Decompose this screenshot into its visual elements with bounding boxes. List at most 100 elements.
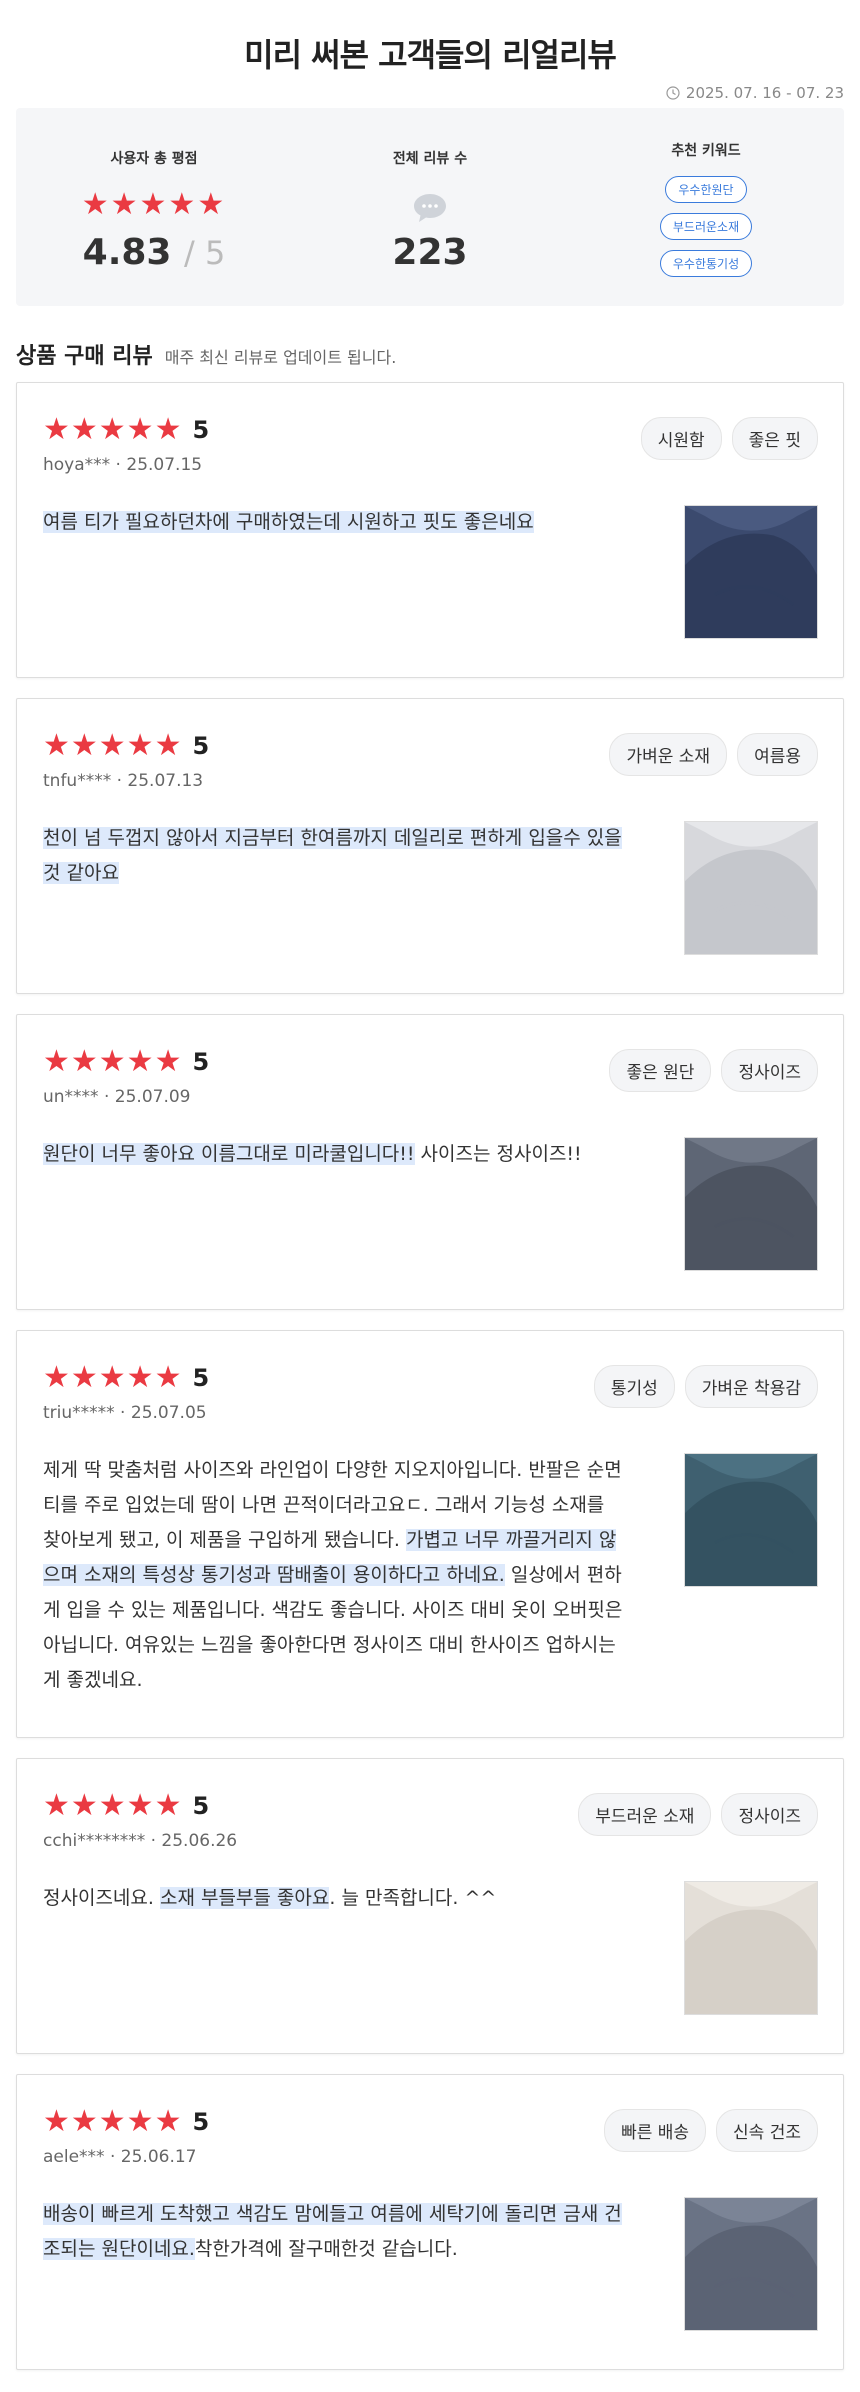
keyword-list: 우수한원단 부드러운소재 우수한통기성 xyxy=(659,176,753,277)
reviewer-name: aele*** xyxy=(43,2147,105,2167)
highlighted-text: 천이 넘 두껍지 않아서 지금부터 한여름까지 데일리로 편하게 입을수 있을것… xyxy=(43,827,622,884)
section-subtitle: 매주 최신 리뷰로 업데이트 됩니다. xyxy=(164,348,397,367)
keyword-label: 추천 키워드 xyxy=(671,143,741,159)
reviewer-name: hoya*** xyxy=(43,455,111,475)
bluegrey-tshirt-photo[interactable] xyxy=(684,2197,818,2331)
review-text: 정사이즈네요. xyxy=(43,1887,160,1909)
recommended-keywords: 추천 키워드 우수한원단 부드러운소재 우수한통기성 xyxy=(568,108,844,306)
review-tag[interactable]: 좋은 핏 xyxy=(731,417,818,460)
keyword-chip[interactable]: 우수한통기성 xyxy=(659,250,753,277)
keyword-chip[interactable]: 우수한원단 xyxy=(665,176,747,203)
star-icon: ★★★★★ xyxy=(43,1788,183,1823)
review-score: 5 xyxy=(192,732,210,760)
review-card: ★★★★★ 5 un**** · 25.07.09 좋은 원단 정사이즈 원단이 … xyxy=(16,1014,844,1310)
review-period: 2025. 07. 16 - 07. 23 xyxy=(666,84,844,102)
review-tags: 통기성 가벼운 착용감 xyxy=(593,1365,818,1408)
review-tag[interactable]: 시원함 xyxy=(640,417,722,460)
rating-label: 사용자 총 평점 xyxy=(110,151,198,167)
speech-bubble-icon xyxy=(414,194,446,222)
review-tag[interactable]: 신속 건조 xyxy=(716,2109,818,2152)
star-icon: ★★★★★ xyxy=(43,1044,183,1079)
review-card: ★★★★★ 5 triu***** · 25.07.05 통기성 가벼운 착용감 … xyxy=(16,1330,844,1738)
star-icon: ★★★★★ xyxy=(43,1360,183,1395)
review-content: 제게 딱 맞춤처럼 사이즈와 라인업이 다양한 지오지아입니다. 반팔은 순면티… xyxy=(43,1453,623,1698)
review-score: 5 xyxy=(192,1364,210,1392)
beige-tshirt-photo[interactable] xyxy=(684,1881,818,2015)
review-body: 원단이 너무 좋아요 이름그대로 미라쿨입니다!! 사이즈는 정사이즈!! xyxy=(43,1137,818,1271)
review-date: 25.07.05 xyxy=(130,1403,207,1423)
teal-tshirt-photo[interactable] xyxy=(684,1453,818,1587)
rating-value: 4.83 xyxy=(82,232,172,273)
rating-max: / 5 xyxy=(184,234,226,272)
review-tag[interactable]: 여름용 xyxy=(737,733,818,776)
star-icon: ★★★★★ xyxy=(43,412,183,447)
review-score: 5 xyxy=(192,1792,210,1820)
review-tags: 좋은 원단 정사이즈 xyxy=(609,1049,818,1092)
review-tags: 부드러운 소재 정사이즈 xyxy=(578,1793,818,1836)
star-icon: ★★★★★ xyxy=(81,187,227,222)
review-tag[interactable]: 가벼운 착용감 xyxy=(684,1365,818,1408)
review-content: 원단이 너무 좋아요 이름그대로 미라쿨입니다!! 사이즈는 정사이즈!! xyxy=(43,1137,623,1271)
review-content: 여름 티가 필요하던차에 구매하였는데 시원하고 핏도 좋은네요 xyxy=(43,505,623,639)
review-text: . 늘 만족합니다. ^^ xyxy=(329,1887,497,1909)
total-rating: 사용자 총 평점 ★★★★★ 4.83 / 5 xyxy=(16,108,292,306)
review-card: ★★★★★ 5 aele*** · 25.06.17 빠른 배송 신속 건조 배송… xyxy=(16,2074,844,2370)
reviewer-name: tnfu**** xyxy=(43,771,112,791)
review-date: 25.06.17 xyxy=(120,2147,197,2167)
navy-tshirt-photo[interactable] xyxy=(684,505,818,639)
review-date: 25.07.15 xyxy=(126,455,203,475)
rating-summary: 사용자 총 평점 ★★★★★ 4.83 / 5 전체 리뷰 수 223 추천 키… xyxy=(16,108,844,306)
section-title: 상품 구매 리뷰 xyxy=(16,344,153,369)
header: 미리 써본 고객들의 리얼리뷰 2025. 07. 16 - 07. 23 xyxy=(0,0,860,102)
review-content: 정사이즈네요. 소재 부들부들 좋아요. 늘 만족합니다. ^^ xyxy=(43,1881,623,2015)
review-tag[interactable]: 빠른 배송 xyxy=(604,2109,707,2152)
highlighted-text: 여름 티가 필요하던차에 구매하였는데 시원하고 핏도 좋은네요 xyxy=(43,511,534,533)
review-body: 천이 넘 두껍지 않아서 지금부터 한여름까지 데일리로 편하게 입을수 있을것… xyxy=(43,821,818,955)
review-score: 5 xyxy=(192,2108,210,2136)
highlighted-text: 소재 부들부들 좋아요 xyxy=(159,1887,330,1909)
period-text: 2025. 07. 16 - 07. 23 xyxy=(685,84,844,102)
review-list: ★★★★★ 5 hoya*** · 25.07.15 시원함 좋은 핏 여름 티가… xyxy=(16,382,844,2370)
review-body: 제게 딱 맞춤처럼 사이즈와 라인업이 다양한 지오지아입니다. 반팔은 순면티… xyxy=(43,1453,818,1698)
reviewer-name: triu***** xyxy=(43,1403,115,1423)
total-review-count: 전체 리뷰 수 223 xyxy=(292,108,568,306)
review-tags: 시원함 좋은 핏 xyxy=(640,417,818,460)
rating-stars: ★★★★★ xyxy=(82,190,226,220)
reviewer-name: cchi******** xyxy=(43,1831,146,1851)
review-tag[interactable]: 정사이즈 xyxy=(721,1793,818,1836)
review-tag[interactable]: 통기성 xyxy=(593,1365,675,1408)
grey-tshirt-photo[interactable] xyxy=(684,1137,818,1271)
review-card: ★★★★★ 5 tnfu**** · 25.07.13 가벼운 소재 여름용 천이… xyxy=(16,698,844,994)
star-icon: ★★★★★ xyxy=(43,2104,183,2139)
star-icon: ★★★★★ xyxy=(43,728,183,763)
review-card: ★★★★★ 5 cchi******** · 25.06.26 부드러운 소재 정… xyxy=(16,1758,844,2054)
review-text: 사이즈는 정사이즈!! xyxy=(414,1143,582,1165)
review-tag[interactable]: 부드러운 소재 xyxy=(578,1793,712,1836)
review-text: 착한가격에 잘구매한것 같습니다. xyxy=(194,2238,458,2260)
review-tag[interactable]: 정사이즈 xyxy=(721,1049,818,1092)
review-score: 5 xyxy=(192,1048,210,1076)
review-date: 25.07.13 xyxy=(127,771,204,791)
review-body: 배송이 빠르게 도착했고 색감도 맘에들고 여름에 세탁기에 돌리면 금새 건조… xyxy=(43,2197,818,2331)
section-header: 상품 구매 리뷰 매주 최신 리뷰로 업데이트 됩니다. xyxy=(16,338,844,369)
review-content: 배송이 빠르게 도착했고 색감도 맘에들고 여름에 세탁기에 돌리면 금새 건조… xyxy=(43,2197,623,2331)
clock-icon xyxy=(666,86,680,100)
review-tag[interactable]: 가벼운 소재 xyxy=(609,733,728,776)
review-tag[interactable]: 좋은 원단 xyxy=(609,1049,712,1092)
review-tags: 빠른 배송 신속 건조 xyxy=(604,2109,818,2152)
review-tags: 가벼운 소재 여름용 xyxy=(609,733,818,776)
page-title: 미리 써본 고객들의 리얼리뷰 xyxy=(244,36,617,74)
reviewer-name: un**** xyxy=(43,1087,99,1107)
review-score: 5 xyxy=(192,416,210,444)
count-label: 전체 리뷰 수 xyxy=(392,151,468,167)
review-page: 미리 써본 고객들의 리얼리뷰 2025. 07. 16 - 07. 23 사용… xyxy=(0,0,860,2392)
review-body: 정사이즈네요. 소재 부들부들 좋아요. 늘 만족합니다. ^^ xyxy=(43,1881,818,2015)
highlighted-text: 원단이 너무 좋아요 이름그대로 미라쿨입니다!! xyxy=(43,1143,415,1165)
review-date: 25.07.09 xyxy=(114,1087,191,1107)
review-card: ★★★★★ 5 hoya*** · 25.07.15 시원함 좋은 핏 여름 티가… xyxy=(16,382,844,678)
rating-score: 4.83 / 5 xyxy=(83,232,226,273)
review-count: 223 xyxy=(392,232,468,273)
review-content: 천이 넘 두껍지 않아서 지금부터 한여름까지 데일리로 편하게 입을수 있을것… xyxy=(43,821,623,955)
white-tshirt-photo[interactable] xyxy=(684,821,818,955)
keyword-chip[interactable]: 부드러운소재 xyxy=(659,213,753,240)
